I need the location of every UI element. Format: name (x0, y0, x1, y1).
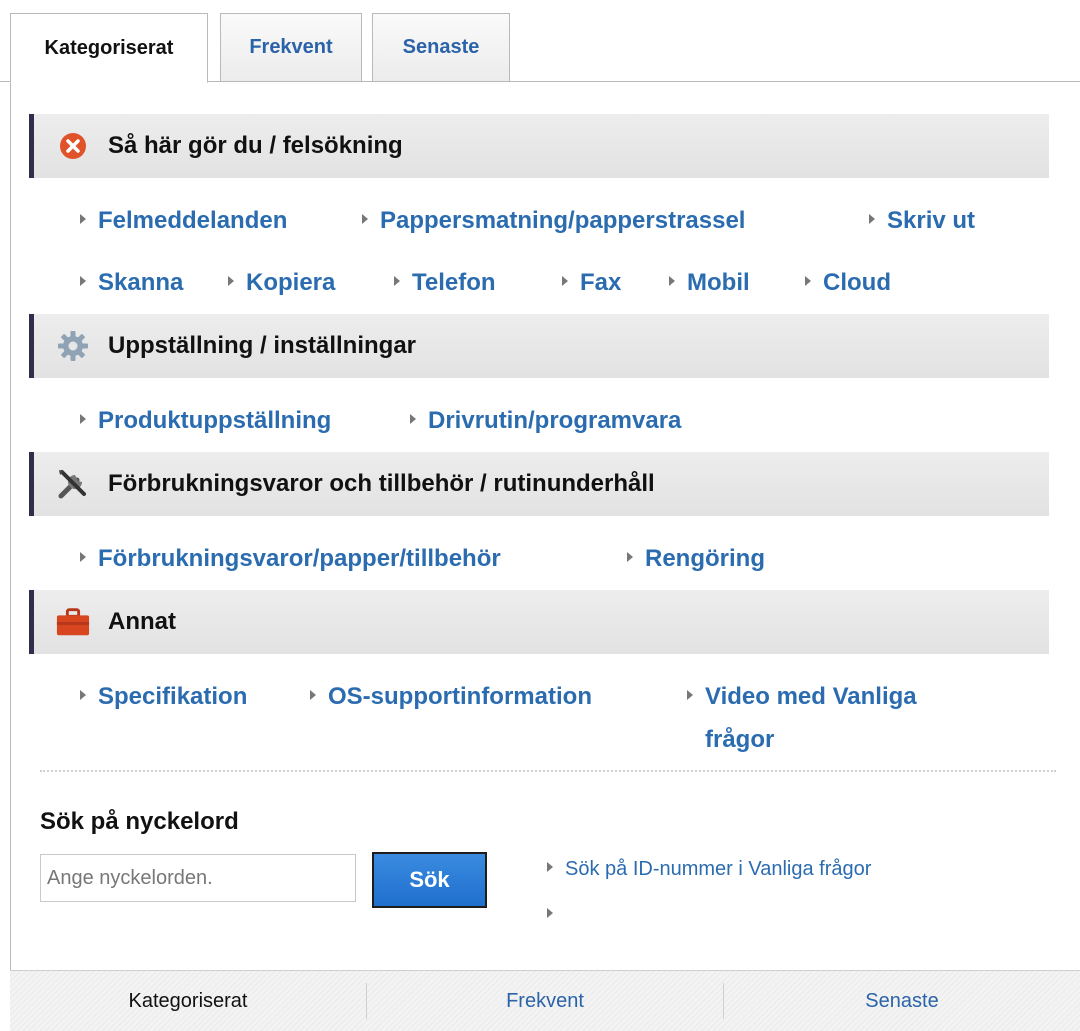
link-label: Video med Vanliga (705, 683, 917, 710)
link-produktuppstallning[interactable]: Produktuppställning (80, 407, 331, 435)
section-header-setup: Uppställning / inställningar (29, 314, 1049, 378)
link-label: Drivrutin/programvara (428, 407, 682, 434)
link-skanna[interactable]: Skanna (80, 269, 183, 297)
arrow-right-icon (410, 414, 416, 424)
link-specifikation[interactable]: Specifikation (80, 683, 247, 711)
link-search-by-id[interactable]: Sök på ID-nummer i Vanliga frågor (547, 858, 871, 881)
link-label: frågor (705, 726, 775, 753)
link-label: OS-supportinformation (328, 683, 592, 710)
tools-icon (56, 467, 90, 501)
link-video-faq-line2[interactable]: frågor (705, 726, 774, 754)
link-label: Rengöring (645, 545, 765, 572)
link-label: Felmeddelanden (98, 207, 288, 234)
arrow-right-icon (362, 214, 368, 224)
link-label: Kopiera (246, 269, 336, 296)
link-label: Förbrukningsvaror/papper/tillbehör (98, 545, 501, 572)
tab-senaste[interactable]: Senaste (372, 13, 510, 81)
link-cloud[interactable]: Cloud (805, 269, 891, 297)
gear-icon (56, 329, 90, 363)
arrow-right-icon (627, 552, 633, 562)
search-heading: Sök på nyckelord (40, 808, 239, 835)
error-x-icon (56, 129, 90, 163)
link-mobil[interactable]: Mobil (669, 269, 750, 297)
link-label: Fax (580, 269, 622, 296)
link-skriv-ut[interactable]: Skriv ut (869, 207, 975, 235)
arrow-right-icon (669, 276, 675, 286)
toolbox-icon (56, 605, 90, 639)
search-input[interactable] (40, 854, 356, 902)
link-os-support[interactable]: OS-supportinformation (310, 683, 592, 711)
link-label: Specifikation (98, 683, 248, 710)
tab-frekvent[interactable]: Frekvent (220, 13, 362, 81)
arrow-right-icon (80, 414, 86, 424)
link-drivrutin[interactable]: Drivrutin/programvara (410, 407, 681, 435)
dotted-divider (40, 770, 1056, 772)
section-header-supplies: Förbrukningsvaror och tillbehör / rutinu… (29, 452, 1049, 516)
link-label: Sök på ID-nummer i Vanliga frågor (565, 858, 872, 880)
bottom-tab-senaste[interactable]: Senaste (724, 971, 1080, 1031)
search-button[interactable]: Sök (372, 852, 487, 908)
arrow-right-icon (805, 276, 811, 286)
section-title: Annat (108, 608, 176, 635)
arrow-right-icon (80, 276, 86, 286)
link-fax[interactable]: Fax (562, 269, 621, 297)
link-label: Skanna (98, 269, 184, 296)
section-header-other: Annat (29, 590, 1049, 654)
link-telefon[interactable]: Telefon (394, 269, 496, 297)
tab-kategoriserat[interactable]: Kategoriserat (10, 13, 208, 83)
bottom-tab-kategoriserat[interactable]: Kategoriserat (10, 971, 366, 1031)
section-title: Så här gör du / felsökning (108, 132, 403, 159)
arrow-right-icon (80, 690, 86, 700)
arrow-right-icon (228, 276, 234, 286)
link-label: Skriv ut (887, 207, 976, 234)
link-video-faq[interactable]: Video med Vanliga (687, 683, 917, 711)
section-header-troubleshooting: Så här gör du / felsökning (29, 114, 1049, 178)
link-label: Cloud (823, 269, 891, 296)
arrow-right-icon (687, 690, 693, 700)
section-title: Uppställning / inställningar (108, 332, 417, 359)
link-label: Pappersmatning/papperstrassel (380, 207, 746, 234)
arrow-right-icon (869, 214, 875, 224)
arrow-right-icon (80, 552, 86, 562)
link-pappersmatning[interactable]: Pappersmatning/papperstrassel (362, 207, 745, 235)
link-kopiera[interactable]: Kopiera (228, 269, 335, 297)
tab-bar: Kategoriserat Frekvent Senaste (0, 0, 1080, 83)
section-title: Förbrukningsvaror och tillbehör / rutinu… (108, 470, 655, 497)
link-forbrukningsvaror[interactable]: Förbrukningsvaror/papper/tillbehör (80, 545, 501, 573)
link-rengoring[interactable]: Rengöring (627, 545, 765, 573)
bottom-tab-bar: Kategoriserat Frekvent Senaste (10, 970, 1080, 1031)
arrow-right-icon (547, 862, 553, 872)
arrow-right-icon (80, 214, 86, 224)
link-felmeddelanden[interactable]: Felmeddelanden (80, 207, 287, 235)
arrow-right-icon (547, 908, 553, 918)
link-label: Telefon (412, 269, 496, 296)
arrow-right-icon (562, 276, 568, 286)
link-label: Produktuppställning (98, 407, 332, 434)
bottom-tab-frekvent[interactable]: Frekvent (367, 971, 723, 1031)
link-label: Mobil (687, 269, 750, 296)
arrow-right-icon (394, 276, 400, 286)
arrow-right-icon (310, 690, 316, 700)
